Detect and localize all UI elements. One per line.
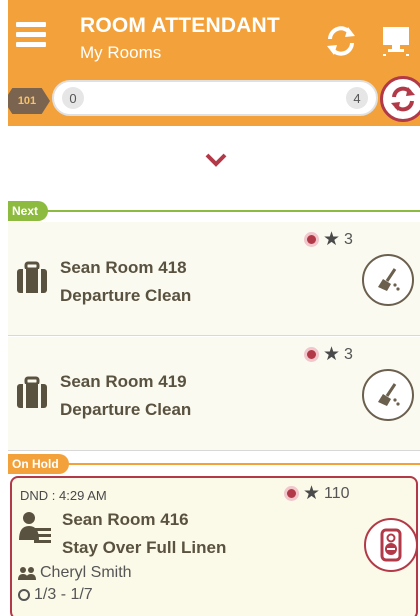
room-card[interactable]: ★ 3 Sean Room 418 Departure Clean	[8, 222, 420, 336]
on-hold-section-divider	[8, 463, 420, 465]
room-priority: ★ 3	[304, 230, 353, 249]
page-title: ROOM ATTENDANT	[80, 14, 280, 37]
luggage-icon	[17, 261, 47, 293]
stay-dates: 1/3 - 1/7	[18, 586, 93, 604]
status-dot-icon	[304, 347, 319, 362]
clean-type: Departure Clean	[60, 286, 192, 305]
on-hold-section-label: On Hold	[8, 454, 69, 474]
start-cleaning-button[interactable]	[362, 369, 414, 421]
app-frame: ROOM ATTENDANT My Rooms 101 0 4 Next ★ 3…	[8, 0, 420, 616]
room-name: Sean Room 418	[60, 258, 187, 277]
people-icon	[18, 567, 36, 580]
room-name: Sean Room 419	[60, 372, 187, 391]
board-icon[interactable]	[380, 24, 412, 56]
luggage-icon	[17, 376, 47, 408]
progress-start-count: 0	[62, 87, 84, 109]
sync-icon[interactable]	[324, 24, 358, 58]
stay-dates-value: 1/3 - 1/7	[34, 586, 93, 603]
progress-strip: 101 0 4	[8, 72, 420, 126]
clean-type: Stay Over Full Linen	[62, 538, 227, 557]
priority-value: 3	[344, 345, 353, 363]
page-subtitle: My Rooms	[80, 43, 162, 62]
next-section-label: Next	[8, 201, 49, 221]
guest-stayover-icon	[19, 512, 51, 543]
do-not-disturb-icon	[380, 528, 402, 562]
star-icon: ★	[323, 344, 341, 365]
chevron-down-icon[interactable]	[204, 152, 228, 168]
broom-icon	[378, 383, 400, 406]
dnd-time: DND : 4:29 AM	[20, 488, 107, 503]
room-priority: ★ 110	[284, 484, 350, 503]
refresh-button[interactable]	[380, 76, 420, 122]
menu-icon[interactable]	[16, 22, 46, 48]
room-priority: ★ 3	[304, 345, 353, 364]
priority-value: 110	[324, 484, 350, 502]
attendant-name: Cheryl Smith	[40, 564, 132, 581]
progress-bar: 0 4	[52, 80, 378, 116]
broom-icon	[378, 268, 400, 291]
progress-end-count: 4	[346, 87, 368, 109]
room-card[interactable]: ★ 3 Sean Room 419 Departure Clean	[8, 337, 420, 451]
start-cleaning-button[interactable]	[362, 254, 414, 306]
priority-value: 3	[344, 230, 353, 248]
room-count-badge: 101	[8, 88, 50, 114]
star-icon: ★	[303, 483, 321, 504]
date-ring-icon	[18, 589, 30, 601]
app-header: ROOM ATTENDANT My Rooms	[8, 0, 420, 72]
star-icon: ★	[323, 229, 341, 250]
on-hold-room-card[interactable]: DND : 4:29 AM ★ 110 Sean Room 416 Stay O…	[10, 476, 418, 616]
attendant-info: Cheryl Smith	[18, 564, 132, 582]
room-name: Sean Room 416	[62, 510, 189, 529]
status-dot-icon	[304, 232, 319, 247]
do-not-disturb-button[interactable]	[364, 518, 418, 572]
clean-type: Departure Clean	[60, 400, 192, 419]
next-section-divider	[8, 210, 420, 212]
status-dot-icon	[284, 486, 299, 501]
refresh-icon	[391, 86, 415, 112]
